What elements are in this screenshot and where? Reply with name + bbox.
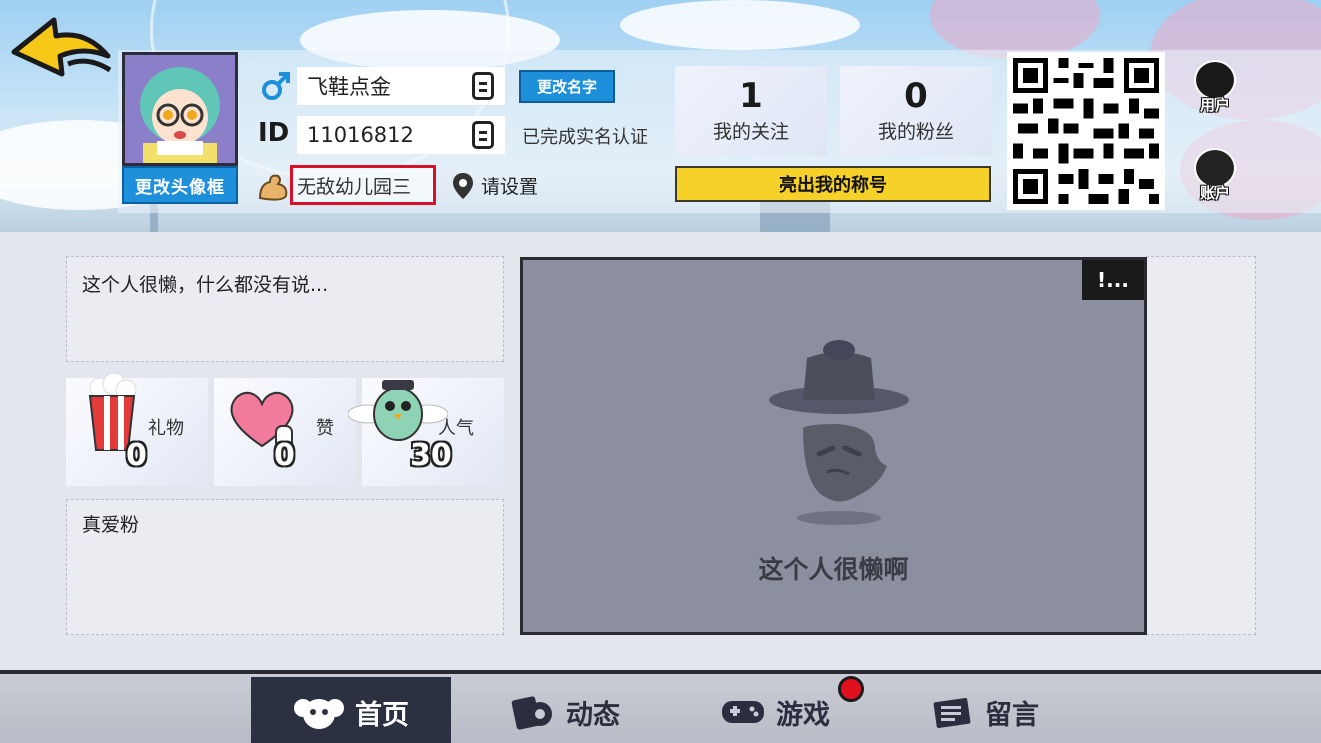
monkey-icon bbox=[294, 699, 344, 729]
gift-label: 礼物 bbox=[148, 418, 184, 439]
like-label: 赞 bbox=[316, 418, 334, 439]
show-title-button[interactable]: 亮出我的称号 bbox=[675, 166, 991, 202]
id-value: 11016812 bbox=[307, 123, 414, 147]
rename-button[interactable]: 更改名字 bbox=[519, 70, 615, 103]
back-arrow-icon[interactable] bbox=[6, 12, 116, 82]
empty-showcase-text: 这个人很懒啊 bbox=[758, 555, 909, 584]
edit-showcase-button[interactable]: !... bbox=[1082, 260, 1144, 300]
bottom-nav: 首页 动态 游戏 留言 bbox=[0, 670, 1321, 743]
tab-feed[interactable]: 动态 bbox=[480, 677, 650, 743]
gift-card[interactable]: 礼物 0 bbox=[66, 374, 208, 486]
copy-nickname-icon[interactable] bbox=[472, 72, 494, 100]
id-label: ID bbox=[258, 118, 290, 148]
change-avatar-frame-button[interactable]: 更改头像框 bbox=[122, 166, 238, 204]
qr-code-icon bbox=[1013, 58, 1159, 204]
location-text: 请设置 bbox=[481, 176, 539, 198]
showcase-stage: !... 这个人很懒啊 bbox=[520, 257, 1147, 635]
realname-status: 已完成实名认证 bbox=[522, 127, 648, 148]
popularity-card[interactable]: 人气 30 bbox=[348, 378, 504, 486]
gamepad-icon bbox=[722, 701, 764, 723]
cards-icon bbox=[511, 696, 552, 730]
account-button-label: 账户 bbox=[1199, 184, 1230, 202]
following-count: 1 bbox=[739, 75, 763, 116]
true-fans-title: 真爱粉 bbox=[82, 514, 140, 536]
tab-games-label: 游戏 bbox=[776, 699, 830, 731]
message-icon bbox=[933, 698, 971, 728]
games-notification-dot bbox=[838, 676, 864, 702]
following-label: 我的关注 bbox=[712, 121, 789, 144]
qr-code[interactable] bbox=[1007, 52, 1165, 210]
avatar[interactable] bbox=[122, 52, 238, 166]
bird-icon bbox=[348, 380, 448, 441]
muscle-arm-icon bbox=[258, 174, 288, 201]
account-button[interactable]: 账户 bbox=[1190, 148, 1240, 210]
user-button-label: 用户 bbox=[1199, 96, 1230, 114]
gift-count: 0 bbox=[126, 438, 147, 473]
copy-id-icon[interactable] bbox=[472, 121, 494, 149]
tab-home-label: 首页 bbox=[355, 699, 409, 731]
popularity-label: 人气 bbox=[438, 418, 474, 439]
title-field[interactable]: 无敌幼儿园三 bbox=[290, 165, 436, 205]
fans-count: 0 bbox=[904, 75, 928, 116]
cloud bbox=[620, 0, 860, 50]
avatar-portrait-icon bbox=[125, 55, 235, 163]
nickname-text: 飞鞋点金 bbox=[307, 75, 391, 99]
signature-text: 这个人很懒，什么都没有说... bbox=[82, 274, 329, 296]
tab-games[interactable]: 游戏 bbox=[690, 677, 860, 743]
title-text: 无敌幼儿园三 bbox=[297, 175, 412, 198]
popularity-count: 30 bbox=[410, 438, 452, 473]
tab-messages-label: 留言 bbox=[985, 699, 1039, 731]
fans-label: 我的粉丝 bbox=[877, 121, 954, 144]
tab-messages[interactable]: 留言 bbox=[900, 677, 1070, 743]
user-button[interactable]: 用户 bbox=[1190, 60, 1240, 122]
following-card[interactable]: 1 我的关注 bbox=[675, 66, 827, 156]
fans-card[interactable]: 0 我的粉丝 bbox=[840, 66, 992, 156]
side-dashed-panel bbox=[1146, 256, 1256, 635]
tab-home[interactable]: 首页 bbox=[251, 677, 451, 743]
ghost-hat-icon bbox=[769, 340, 909, 525]
male-gender-icon bbox=[262, 72, 290, 100]
like-card[interactable]: 赞 0 bbox=[214, 378, 356, 486]
location-pin-icon bbox=[453, 172, 473, 199]
location-setting[interactable]: 请设置 bbox=[453, 172, 538, 199]
like-count: 0 bbox=[274, 438, 295, 473]
tab-feed-label: 动态 bbox=[566, 699, 620, 731]
